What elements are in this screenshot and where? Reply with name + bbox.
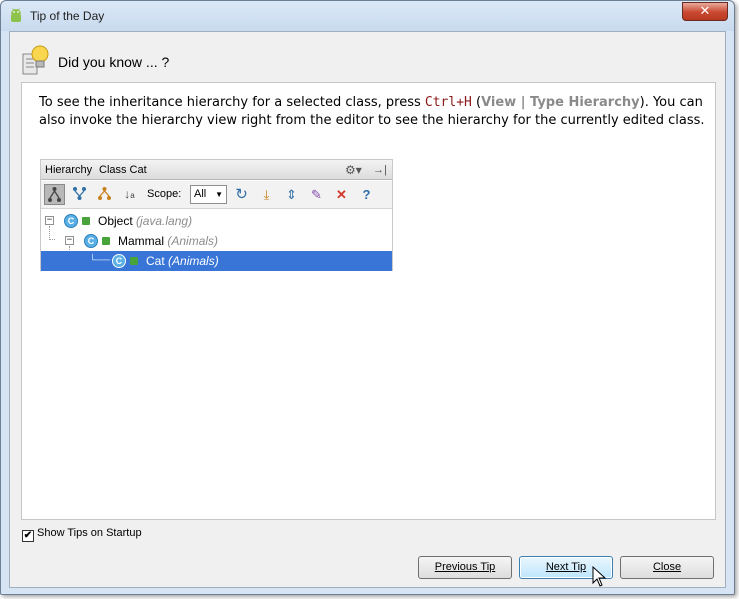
scope-label: Scope: <box>147 188 182 200</box>
chevron-down-icon: ▼ <box>215 190 223 199</box>
class-icon: C <box>84 234 98 248</box>
tip-text: To see the inheritance hierarchy for a s… <box>39 94 709 130</box>
lock-icon <box>102 237 110 245</box>
show-tips-checkbox[interactable]: ✔ Show Tips on Startup <box>22 526 142 542</box>
show-tips-label: Show Tips on Startup <box>37 527 142 539</box>
hierarchy-header: Hierarchy Class Cat ⚙▾ →| <box>41 160 392 180</box>
pin-icon: ✎ <box>311 187 322 202</box>
dialog-body: Did you know ... ? To see the inheritanc… <box>9 31 726 588</box>
tree-item-name: Cat <box>146 254 165 268</box>
class-icon: C <box>112 254 126 268</box>
tree-item-name: Mammal <box>118 234 165 248</box>
scope-value: All <box>194 188 207 200</box>
close-icon[interactable]: ✕ <box>682 2 728 21</box>
tree-row-cat: └── C Cat (Animals) <box>41 251 392 271</box>
close-label: Close <box>652 561 682 573</box>
close-tab-icon: ✕ <box>336 187 347 202</box>
mouse-pointer-icon <box>592 566 607 587</box>
tree-item-package: (Animals) <box>168 254 219 268</box>
close-button[interactable]: Close <box>620 556 714 579</box>
tree-item-label: Object (java.lang) <box>98 211 192 231</box>
next-tip-label: Next Tip <box>545 561 587 573</box>
shortcut-key: Ctrl+H <box>424 95 472 110</box>
class-icon: C <box>64 214 78 228</box>
scope-select: All ▼ <box>190 185 227 204</box>
tree-row-mammal: − C Mammal (Animals) <box>41 231 392 251</box>
tip-text-part-2: ( <box>471 95 482 110</box>
export-icon: ⤓ <box>263 187 270 202</box>
type-hierarchy-icon <box>44 184 65 205</box>
subtypes-icon <box>94 184 115 205</box>
tree-item-package: (Animals) <box>167 234 219 248</box>
menu-path: View | Type Hierarchy <box>481 95 640 110</box>
tree-item-name: Object <box>98 214 133 228</box>
hierarchy-toolbar: ↓a Scope: All ▼ ↻ ⤓ ⇕ ✎ ✕ ? <box>41 181 392 209</box>
hierarchy-subject: Class Cat <box>99 164 147 176</box>
hierarchy-title: Hierarchy <box>45 164 93 176</box>
previous-tip-button[interactable]: Previous Tip <box>418 556 512 579</box>
collapse-icon: − <box>65 235 74 245</box>
lock-icon <box>82 217 90 225</box>
previous-tip-label: Previous Tip <box>434 561 496 573</box>
tip-text-part-1: To see the inheritance hierarchy for a s… <box>39 95 425 110</box>
supertypes-icon <box>69 184 90 205</box>
checkbox-check-icon[interactable]: ✔ <box>22 530 34 542</box>
title-bar[interactable]: Tip of the Day ✕ <box>1 1 734 31</box>
window-title: Tip of the Day <box>30 9 105 23</box>
expand-all-icon: ⇕ <box>286 187 297 202</box>
refresh-icon: ↻ <box>235 186 248 203</box>
tip-panel: To see the inheritance hierarchy for a s… <box>21 82 716 520</box>
lightbulb-icon <box>22 45 49 75</box>
header-title: Did you know ... ? <box>58 54 170 70</box>
tree-guide: └── <box>89 255 111 266</box>
hide-panel-icon: →| <box>373 164 387 176</box>
tree-item-package: (java.lang) <box>136 214 193 228</box>
gear-icon: ⚙▾ <box>345 163 362 177</box>
android-icon <box>11 8 21 22</box>
tree-row-object: − C Object (java.lang) <box>41 211 392 231</box>
lock-icon <box>130 257 138 265</box>
tip-of-the-day-dialog: Tip of the Day ✕ Did you know ... ? To s… <box>0 0 735 595</box>
help-icon: ? <box>362 187 371 202</box>
tree-item-label: Cat (Animals) <box>146 251 219 271</box>
hierarchy-screenshot: Hierarchy Class Cat ⚙▾ →| ↓a Scope: All … <box>40 159 393 271</box>
collapse-icon: − <box>45 215 54 225</box>
tree-item-label: Mammal (Animals) <box>118 231 218 251</box>
sort-alpha-icon: ↓a <box>124 187 135 201</box>
